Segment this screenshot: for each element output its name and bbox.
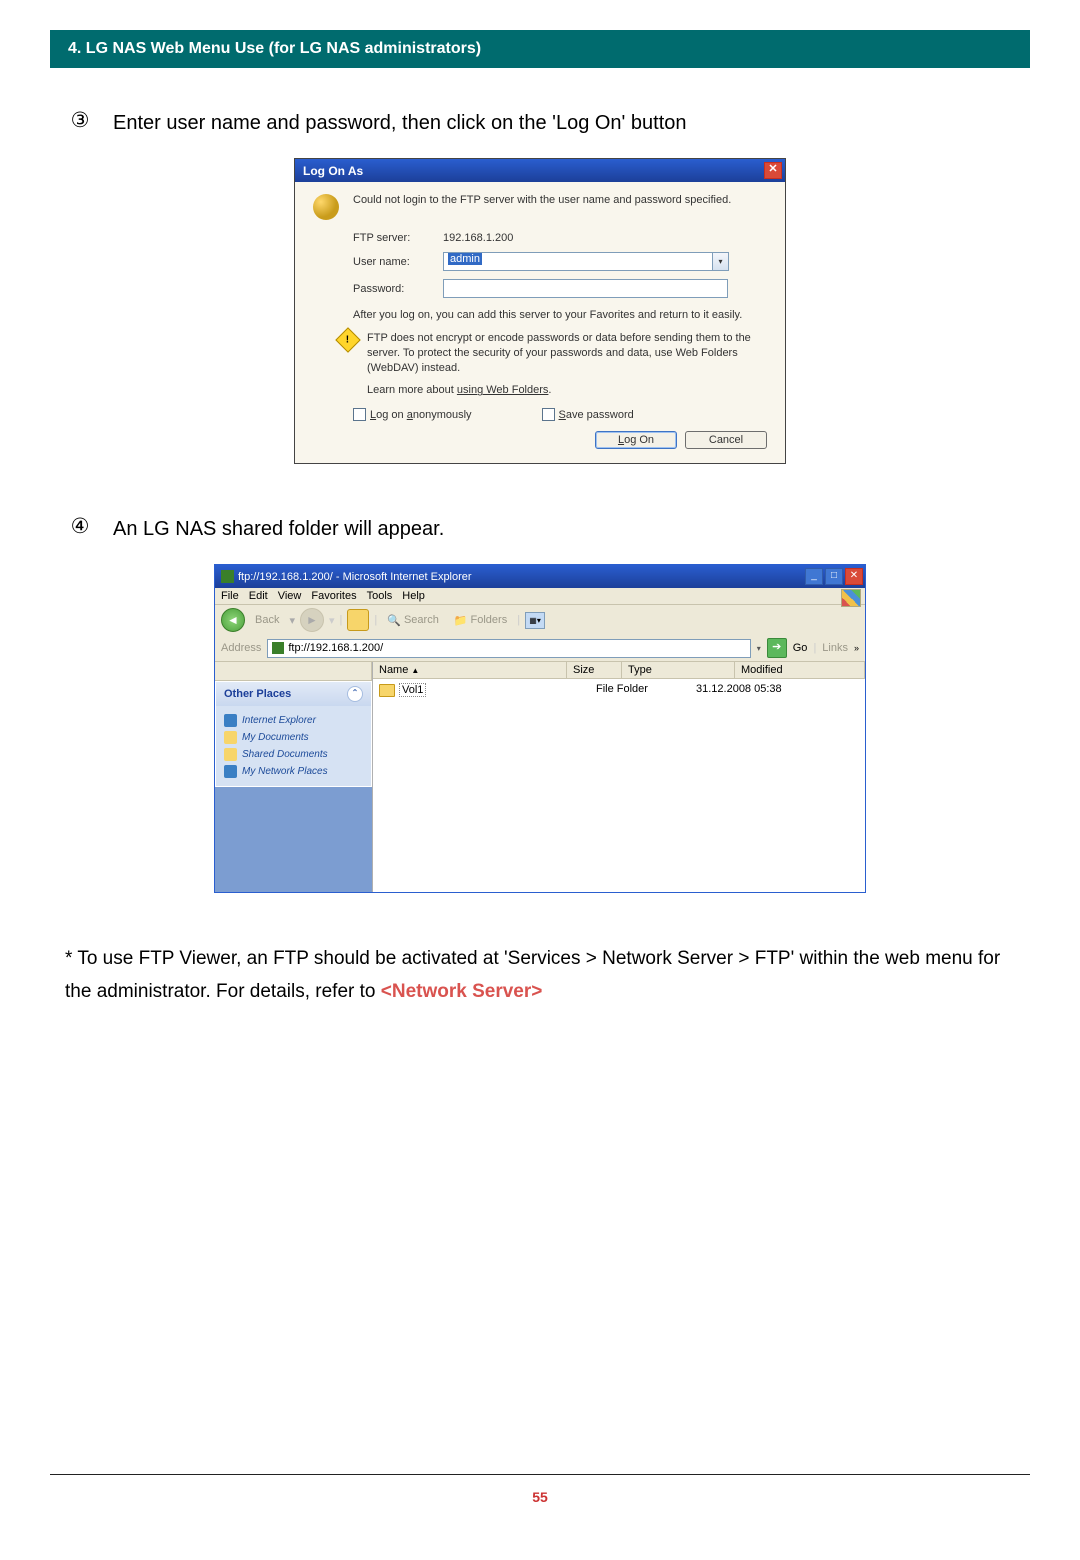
menu-view[interactable]: View bbox=[278, 590, 302, 602]
ftp-server-label: FTP server: bbox=[353, 232, 443, 244]
step-4-number: ④ bbox=[65, 514, 95, 539]
docs-icon bbox=[224, 731, 237, 744]
menu-file[interactable]: File bbox=[221, 590, 239, 602]
ftp-server-value: 192.168.1.200 bbox=[443, 232, 513, 244]
go-icon[interactable]: ➔ bbox=[767, 638, 787, 658]
url-icon bbox=[272, 642, 284, 654]
search-button[interactable]: 🔍Search bbox=[382, 612, 444, 629]
col-size[interactable]: Size bbox=[567, 662, 622, 678]
menu-help[interactable]: Help bbox=[402, 590, 425, 602]
page-number: 55 bbox=[0, 1489, 1080, 1505]
other-places-header[interactable]: Other Places ⌃ bbox=[216, 682, 371, 706]
item-name: Vol1 bbox=[399, 683, 426, 697]
col-type[interactable]: Type bbox=[622, 662, 735, 678]
section-header: 4. LG NAS Web Menu Use (for LG NAS admin… bbox=[50, 30, 1030, 68]
learn-more-pre: Learn more about bbox=[367, 384, 457, 396]
back-icon[interactable]: ◄ bbox=[221, 608, 245, 632]
item-modified: 31.12.2008 05:38 bbox=[696, 683, 782, 697]
logon-anonymously-label: Log on anonymously bbox=[370, 409, 472, 421]
windows-flag-icon bbox=[841, 589, 861, 607]
menu-favorites[interactable]: Favorites bbox=[311, 590, 356, 602]
list-item[interactable]: Vol1 File Folder 31.12.2008 05:38 bbox=[379, 683, 782, 697]
link-shared-documents[interactable]: Shared Documents bbox=[224, 746, 363, 763]
username-input[interactable]: admin bbox=[443, 252, 713, 271]
password-label: Password: bbox=[353, 283, 443, 295]
keys-icon bbox=[313, 194, 339, 220]
link-my-documents[interactable]: My Documents bbox=[224, 729, 363, 746]
go-label: Go bbox=[793, 642, 808, 654]
close-icon[interactable]: ✕ bbox=[845, 568, 863, 585]
step-4: ④ An LG NAS shared folder will appear. bbox=[65, 514, 1015, 544]
item-type: File Folder bbox=[596, 683, 696, 697]
toolbar: ◄ Back ▾ ► ▾ | | 🔍Search 📁Folders | ▦▾ bbox=[215, 605, 865, 635]
logon-titlebar: Log On As ✕ bbox=[295, 159, 785, 182]
menu-bar: File Edit View Favorites Tools Help bbox=[215, 588, 865, 605]
address-label: Address bbox=[221, 642, 261, 654]
logon-warning-text: FTP does not encrypt or encode passwords… bbox=[367, 331, 767, 376]
logon-title: Log On As bbox=[303, 164, 363, 178]
ie-icon bbox=[221, 570, 234, 583]
logon-dialog: Log On As ✕ Could not login to the FTP s… bbox=[294, 158, 786, 464]
address-input[interactable]: ftp://192.168.1.200/ bbox=[267, 639, 750, 658]
bottom-rule bbox=[50, 1474, 1030, 1475]
learn-more-link[interactable]: using Web Folders bbox=[457, 384, 549, 396]
chevron-down-icon[interactable]: ▾ bbox=[713, 252, 729, 271]
logon-after-text: After you log on, you can add this serve… bbox=[353, 308, 767, 323]
up-folder-icon[interactable] bbox=[347, 609, 369, 631]
password-input[interactable] bbox=[443, 279, 728, 298]
folders-button[interactable]: 📁Folders bbox=[449, 612, 512, 629]
cancel-button[interactable]: Cancel bbox=[685, 431, 767, 449]
logon-error-text: Could not login to the FTP server with t… bbox=[353, 194, 731, 206]
folder-icon bbox=[379, 684, 395, 697]
chevron-up-icon[interactable]: ⌃ bbox=[347, 686, 363, 702]
maximize-icon[interactable]: □ bbox=[825, 568, 843, 585]
step-3: ③ Enter user name and password, then cli… bbox=[65, 108, 1015, 138]
explorer-title: ftp://192.168.1.200/ - Microsoft Interne… bbox=[238, 571, 472, 583]
save-password-label: Save password bbox=[559, 409, 634, 421]
step-3-number: ③ bbox=[65, 108, 95, 133]
network-icon bbox=[224, 765, 237, 778]
close-icon[interactable]: ✕ bbox=[764, 162, 782, 179]
minimize-icon[interactable]: _ bbox=[805, 568, 823, 585]
explorer-titlebar: ftp://192.168.1.200/ - Microsoft Interne… bbox=[215, 565, 865, 588]
back-label: Back bbox=[250, 612, 284, 628]
step-3-text: Enter user name and password, then click… bbox=[113, 108, 687, 138]
ie-link-icon bbox=[224, 714, 237, 727]
search-icon: 🔍 bbox=[387, 614, 401, 627]
link-my-network-places[interactable]: My Network Places bbox=[224, 763, 363, 780]
step-4-text: An LG NAS shared folder will appear. bbox=[113, 514, 444, 544]
shared-icon bbox=[224, 748, 237, 761]
col-name[interactable]: Name ▲ bbox=[373, 662, 567, 678]
views-icon[interactable]: ▦▾ bbox=[525, 612, 545, 629]
link-internet-explorer[interactable]: Internet Explorer bbox=[224, 712, 363, 729]
logon-anonymously-checkbox[interactable] bbox=[353, 408, 366, 421]
save-password-checkbox[interactable] bbox=[542, 408, 555, 421]
footnote: * To use FTP Viewer, an FTP should be ac… bbox=[65, 943, 1015, 1008]
warning-icon: ! bbox=[335, 327, 360, 352]
menu-tools[interactable]: Tools bbox=[367, 590, 393, 602]
footnote-link: <Network Server> bbox=[381, 981, 543, 1002]
explorer-window: ftp://192.168.1.200/ - Microsoft Interne… bbox=[214, 564, 866, 893]
col-modified[interactable]: Modified bbox=[735, 662, 865, 678]
menu-edit[interactable]: Edit bbox=[249, 590, 268, 602]
username-label: User name: bbox=[353, 256, 443, 268]
folders-icon: 📁 bbox=[454, 614, 468, 627]
links-label[interactable]: Links bbox=[822, 642, 848, 654]
logon-button[interactable]: Log On bbox=[595, 431, 677, 449]
forward-icon: ► bbox=[300, 608, 324, 632]
